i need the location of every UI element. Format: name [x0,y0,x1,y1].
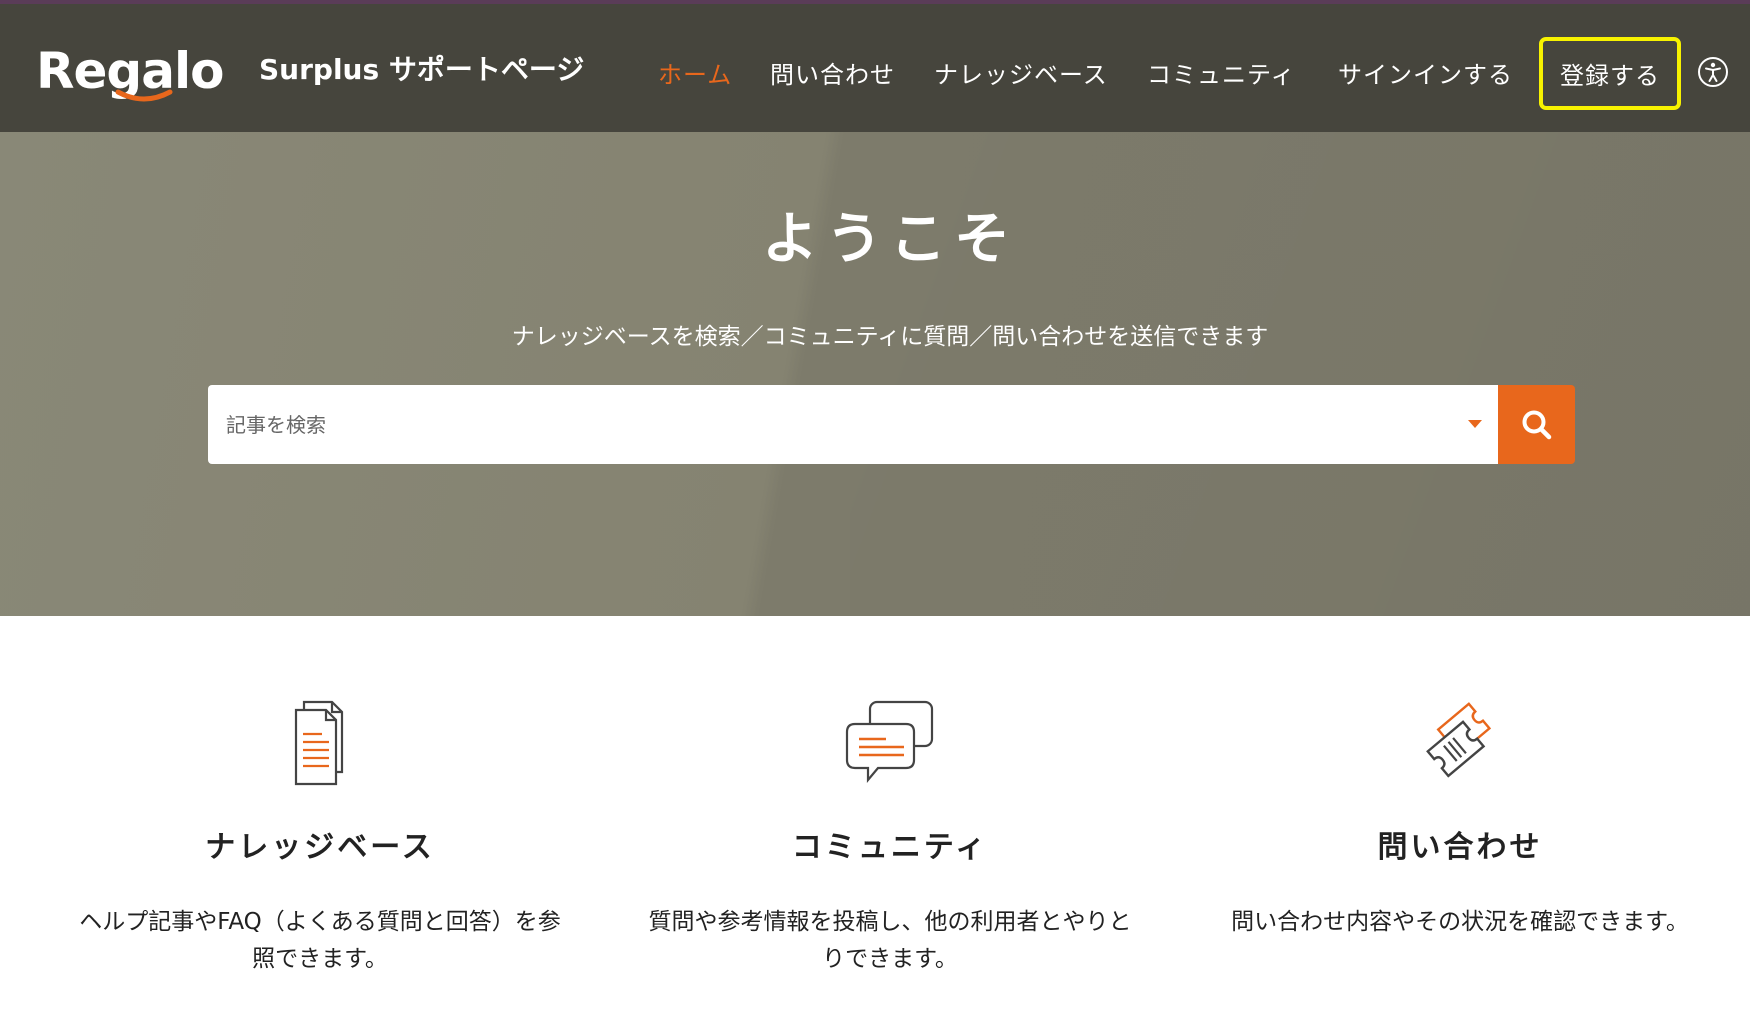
regalo-logo[interactable]: Regalo [36,40,242,102]
hero-banner: ようこそ ナレッジベースを検索／コミュニティに質問／問い合わせを送信できます [0,132,1750,616]
feature-title: ナレッジベース [205,830,435,865]
feature-community[interactable]: コミュニティ 質問や参考情報を投稿し、他の利用者とやりとりできます。 [610,690,1170,978]
register-button[interactable]: 登録する [1539,37,1681,110]
chat-bubbles-icon [845,700,934,784]
accessibility-icon[interactable] [1697,56,1729,88]
document-icon [294,700,344,786]
feature-description: 質問や参考情報を投稿し、他の利用者とやりとりできます。 [648,909,1132,972]
feature-description: 問い合わせ内容やその状況を確認できます。 [1231,909,1689,935]
nav-home[interactable]: ホーム [658,36,732,108]
hero-title: ようこそ [762,207,1018,272]
ticket-icon [1426,702,1492,778]
feature-knowledge-base[interactable]: ナレッジベース ヘルプ記事やFAQ（よくある質問と回答）を参照できます。 [40,690,600,978]
search-icon [1522,410,1551,439]
search-dropdown-caret-icon[interactable] [1468,420,1482,428]
search-input[interactable] [226,385,1446,464]
nav-contact[interactable]: 問い合わせ [770,36,895,108]
search-box [208,385,1498,464]
feature-title: コミュニティ [791,830,989,865]
feature-contact[interactable]: 問い合わせ 問い合わせ内容やその状況を確認できます。 [1180,690,1740,941]
nav-sign-in[interactable]: サインインする [1338,36,1513,108]
feature-description: ヘルプ記事やFAQ（よくある質問と回答）を参照できます。 [79,909,561,972]
logo-smile-icon [115,89,173,102]
nav-community[interactable]: コミュニティ [1147,36,1296,108]
site-header: Regalo Surplus サポートページ ホーム 問い合わせ ナレッジベース… [0,4,1750,132]
hero-subtitle: ナレッジベースを検索／コミュニティに質問／問い合わせを送信できます [511,324,1269,350]
site-title: Surplus サポートページ [259,53,585,86]
nav-knowledge-base[interactable]: ナレッジベース [934,36,1108,108]
feature-title: 問い合わせ [1377,830,1543,865]
search-button[interactable] [1498,385,1575,464]
